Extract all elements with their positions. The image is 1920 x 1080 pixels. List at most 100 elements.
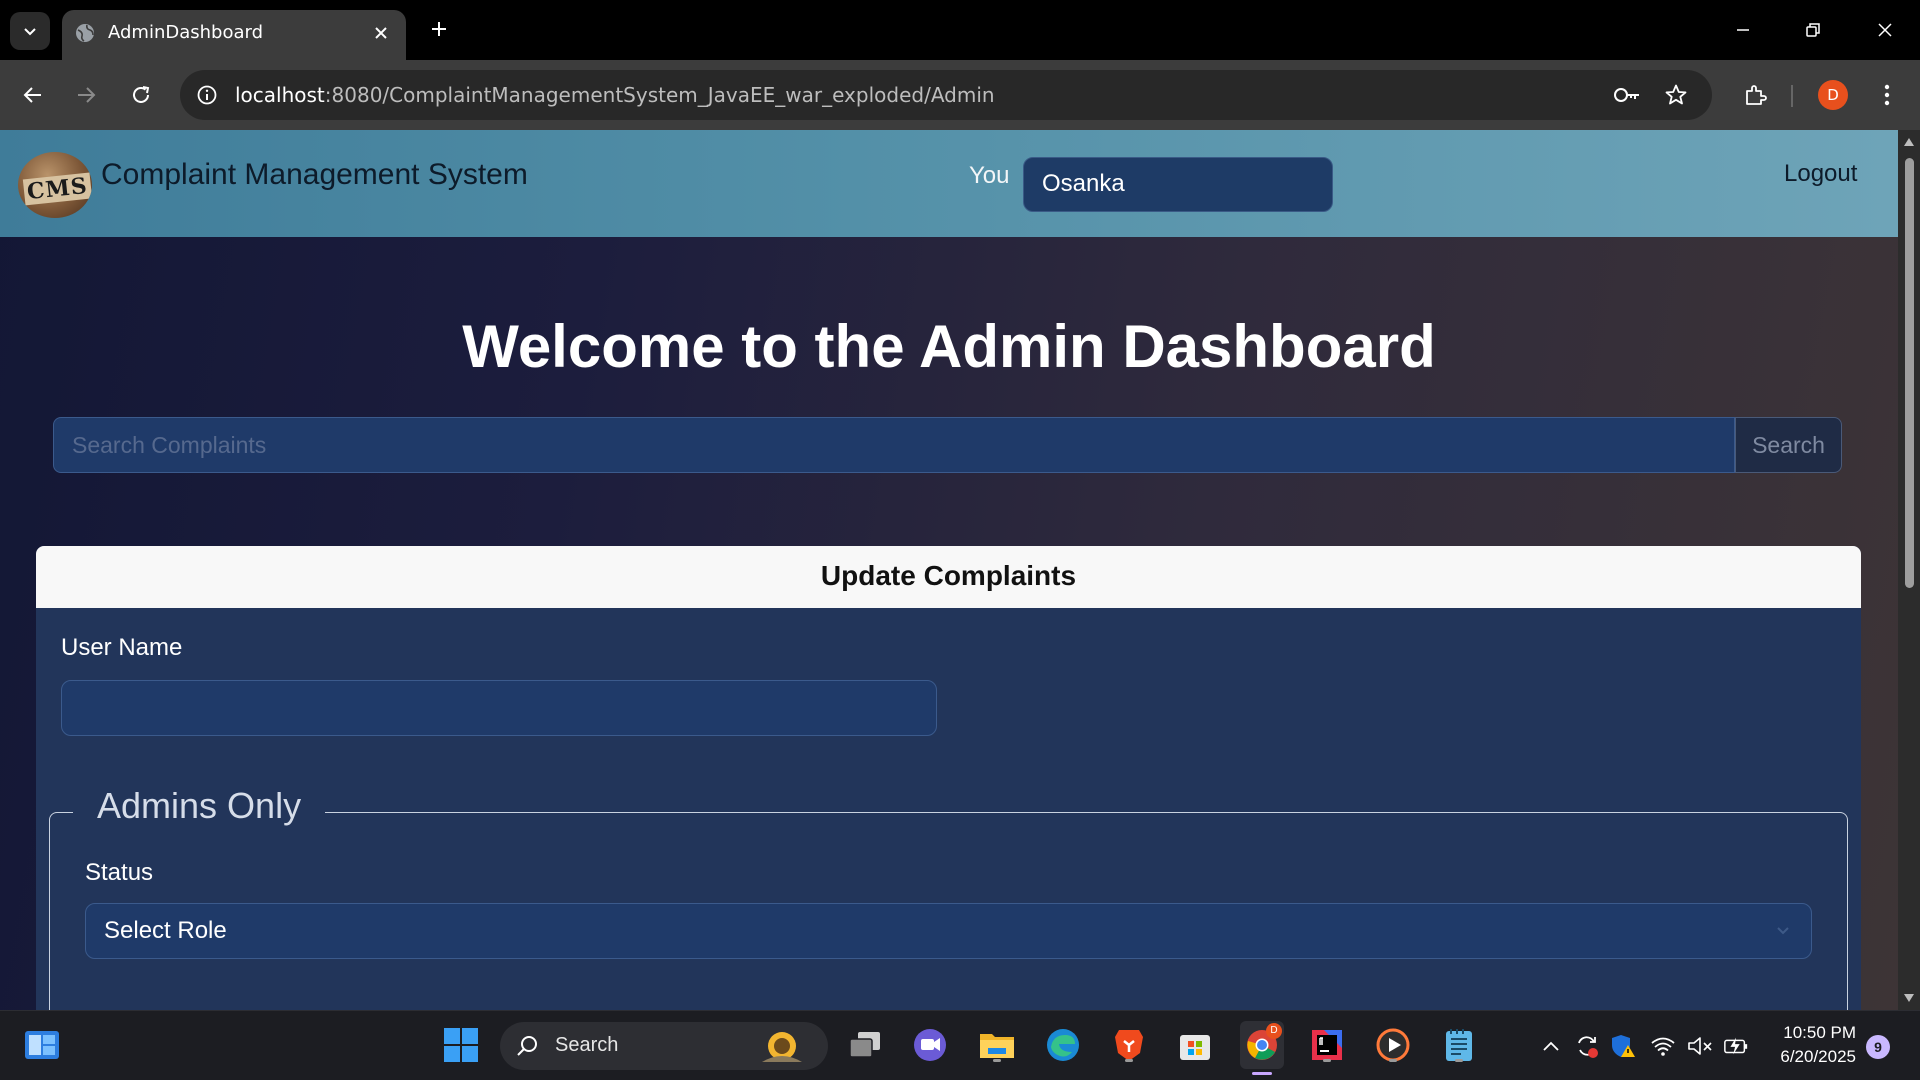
tray-sync[interactable]: [1574, 1033, 1600, 1059]
search-highlight-icon: [762, 1032, 802, 1062]
site-info-button[interactable]: [192, 80, 222, 110]
search-button[interactable]: Search: [1735, 417, 1842, 473]
cms-logo[interactable]: CMS: [18, 152, 92, 218]
minimize-button[interactable]: [1720, 10, 1766, 50]
folder-icon: [980, 1034, 1014, 1058]
task-view-icon: [849, 1032, 880, 1058]
page-scrollbar[interactable]: [1898, 130, 1920, 1010]
taskbar-notepad[interactable]: [1439, 1025, 1479, 1065]
star-icon: [1665, 84, 1687, 105]
globe-icon: [76, 24, 94, 42]
new-tab-button[interactable]: [424, 14, 454, 44]
forward-button[interactable]: [68, 77, 104, 113]
close-icon: [1878, 23, 1892, 37]
sync-icon: [1578, 1036, 1598, 1058]
search-bar: Search: [53, 417, 1842, 473]
tray-overflow-button[interactable]: [1538, 1033, 1564, 1059]
browser-menu-button[interactable]: [1869, 77, 1905, 113]
taskbar-chrome[interactable]: D: [1240, 1021, 1284, 1075]
password-key-button[interactable]: [1612, 80, 1642, 110]
scroll-up-arrow[interactable]: [1903, 136, 1915, 148]
taskbar-media-player[interactable]: [1373, 1025, 1413, 1065]
taskbar-intellij[interactable]: [1307, 1025, 1347, 1065]
reload-icon: [133, 86, 150, 103]
chevron-down-icon: [24, 28, 36, 36]
page-title: Welcome to the Admin Dashboard: [462, 313, 1436, 380]
status-select[interactable]: Select Role: [85, 903, 1812, 959]
running-indicator: [1323, 1059, 1331, 1062]
taskbar-store[interactable]: [1175, 1025, 1215, 1065]
fieldset-legend: Admins Only: [73, 785, 326, 827]
taskbar-file-explorer[interactable]: [977, 1025, 1017, 1065]
update-complaints-card: Update Complaints User Name Admins Only …: [36, 546, 1861, 1010]
chevron-down-icon: [1777, 927, 1789, 935]
tray-wifi[interactable]: [1650, 1033, 1676, 1059]
arrow-left-icon: [23, 87, 41, 103]
search-icon: [517, 1036, 537, 1056]
tray-security[interactable]: [1610, 1033, 1636, 1059]
tab-close-button[interactable]: [366, 18, 396, 48]
key-icon: [1614, 88, 1639, 102]
scroll-down-arrow[interactable]: [1903, 992, 1915, 1004]
current-user-field[interactable]: Osanka: [1023, 157, 1333, 212]
user-name-input[interactable]: [61, 680, 937, 736]
info-icon: [197, 85, 217, 105]
brand-title[interactable]: Complaint Management System: [101, 158, 528, 192]
extensions-button[interactable]: [1737, 77, 1773, 113]
you-label: You: [969, 162, 1010, 189]
logout-link[interactable]: Logout: [1784, 160, 1857, 188]
more-vertical-icon: [1884, 84, 1890, 106]
app-navbar: CMS Complaint Management System You Osan…: [0, 130, 1898, 237]
running-indicator: [993, 1059, 1001, 1062]
close-window-button[interactable]: [1862, 10, 1908, 50]
running-indicator: [1125, 1059, 1133, 1062]
taskbar-edge[interactable]: [1043, 1025, 1083, 1065]
tray-battery[interactable]: [1723, 1033, 1749, 1059]
running-indicator: [1455, 1059, 1463, 1062]
clock-date: 6/20/2025: [1780, 1047, 1856, 1066]
minimize-icon: [1737, 29, 1749, 31]
store-icon: [1180, 1035, 1210, 1060]
taskbar-clock[interactable]: 10:50 PM 6/20/2025: [1756, 1021, 1856, 1069]
start-button[interactable]: [441, 1025, 481, 1065]
running-indicator-active: [1252, 1072, 1272, 1075]
restore-button[interactable]: [1790, 10, 1836, 50]
back-button[interactable]: [15, 77, 51, 113]
scrollbar-thumb[interactable]: [1905, 158, 1914, 588]
toolbar-divider: [1791, 85, 1793, 107]
tab-search-button[interactable]: [10, 12, 50, 50]
taskbar-chat-app[interactable]: [910, 1025, 950, 1065]
browser-tab-active[interactable]: AdminDashboard: [62, 10, 406, 60]
running-indicator: [1389, 1059, 1397, 1062]
volume-muted-icon: [1688, 1037, 1712, 1055]
chevron-up-icon: [1543, 1041, 1559, 1051]
tab-title: AdminDashboard: [108, 22, 264, 43]
url-path: :8080/ComplaintManagementSystem_JavaEE_w…: [324, 83, 995, 107]
widgets-button[interactable]: [22, 1025, 62, 1065]
reload-button[interactable]: [123, 77, 159, 113]
logo-text: CMS: [22, 172, 92, 206]
widgets-icon: [25, 1031, 59, 1059]
page-viewport: CMS Complaint Management System You Osan…: [0, 130, 1898, 1010]
notification-badge[interactable]: 9: [1866, 1035, 1890, 1059]
chat-icon: [914, 1029, 946, 1061]
search-complaints-input[interactable]: [53, 417, 1735, 473]
task-view-button[interactable]: [845, 1025, 885, 1065]
intellij-icon: [1312, 1030, 1342, 1060]
taskbar-search[interactable]: Search: [500, 1022, 828, 1070]
wifi-icon: [1651, 1037, 1675, 1056]
status-selected-value: Select Role: [104, 917, 227, 944]
close-icon: [375, 27, 387, 39]
user-name-label: User Name: [61, 634, 183, 661]
url-text: localhost:8080/ComplaintManagementSystem…: [235, 83, 995, 107]
windows-logo-icon: [444, 1028, 478, 1062]
card-header: Update Complaints: [36, 546, 1861, 608]
taskbar-search-label: Search: [555, 1034, 619, 1056]
bookmark-button[interactable]: [1661, 80, 1691, 110]
profile-avatar[interactable]: D: [1818, 80, 1848, 110]
address-bar[interactable]: localhost:8080/ComplaintManagementSystem…: [180, 70, 1712, 120]
status-label: Status: [85, 859, 154, 886]
browser-tab-strip: AdminDashboard: [0, 0, 1920, 60]
tray-volume[interactable]: [1687, 1033, 1713, 1059]
taskbar-brave[interactable]: [1109, 1025, 1149, 1065]
